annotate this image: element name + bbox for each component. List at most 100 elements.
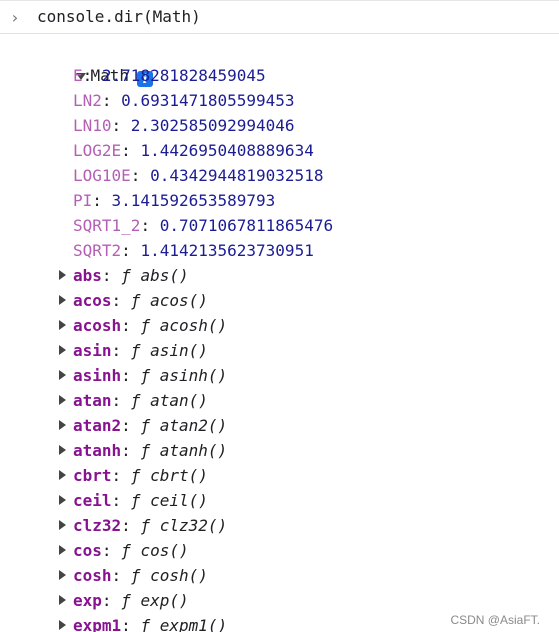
property-row[interactable]: PI: 3.141592653589793 [0,188,559,213]
function-symbol: ƒ [121,266,131,285]
function-key: cosh [73,566,112,585]
property-row[interactable]: LOG10E: 0.4342944819032518 [0,163,559,188]
property-value: 3.141592653589793 [111,191,276,210]
function-key: exp [73,591,102,610]
function-key: acosh [73,316,122,335]
property-value: 0.7071067811865476 [159,216,334,235]
property-row[interactable]: LOG2E: 1.4426950408889634 [0,138,559,163]
function-row[interactable]: acosh: ƒ acosh() [0,313,559,338]
separator: : [111,291,131,310]
function-symbol: ƒ [130,466,141,485]
property-value: 0.4342944819032518 [150,166,324,185]
expand-triangle-right-icon[interactable] [59,570,66,580]
separator: : [121,141,141,160]
function-row[interactable]: cos: ƒ cos() [0,538,559,563]
expand-triangle-right-icon[interactable] [59,470,66,480]
function-row[interactable]: cbrt: ƒ cbrt() [0,463,559,488]
separator: : [92,191,112,210]
separator: : [111,341,131,360]
property-row[interactable]: E: 2.718281828459045 [0,63,559,88]
expand-triangle-right-icon[interactable] [59,495,66,505]
function-signature: asinh() [159,366,228,385]
property-key: LN10 [73,116,112,135]
property-row[interactable]: SQRT2: 1.4142135623730951 [0,238,559,263]
function-signature: acosh() [159,316,228,335]
expand-triangle-right-icon[interactable] [59,420,66,430]
separator: : [111,491,131,510]
function-signature: abs() [140,266,189,285]
separator: : [121,416,141,435]
function-row[interactable]: ceil: ƒ ceil() [0,488,559,513]
function-signature: ceil() [150,491,208,510]
function-key: cos [73,541,102,560]
function-signature: clz32() [159,516,228,535]
function-key: atanh [73,441,122,460]
expand-triangle-right-icon[interactable] [59,620,66,630]
property-key: SQRT1_2 [73,216,141,235]
expand-triangle-right-icon[interactable] [59,395,66,405]
property-row[interactable]: LN2: 0.6931471805599453 [0,88,559,113]
expand-triangle-right-icon[interactable] [59,445,66,455]
expand-triangle-right-icon[interactable] [59,545,66,555]
separator: : [121,616,141,632]
function-symbol: ƒ [140,316,151,335]
function-key: asin [73,341,112,360]
property-value: 2.302585092994046 [130,116,295,135]
function-row[interactable]: abs: ƒ abs() [0,263,559,288]
property-value: 0.6931471805599453 [121,91,295,110]
prompt-chevron-icon: › [10,8,20,27]
function-symbol: ƒ [121,591,131,610]
separator: : [121,366,141,385]
function-signature: cosh() [150,566,208,585]
separator: : [101,266,122,285]
property-key: E [73,66,83,85]
separator: : [121,241,141,260]
expand-triangle-right-icon[interactable] [59,270,66,280]
function-signature: cos() [140,541,189,560]
function-signature: atanh() [159,441,228,460]
function-row[interactable]: cosh: ƒ cosh() [0,563,559,588]
function-row[interactable]: atanh: ƒ atanh() [0,438,559,463]
function-signature: cbrt() [150,466,208,485]
expand-triangle-right-icon[interactable] [59,345,66,355]
property-key: SQRT2 [73,241,122,260]
function-signature: exp() [140,591,189,610]
function-symbol: ƒ [140,366,151,385]
watermark: CSDN @AsiaFT. [447,613,543,627]
function-row[interactable]: atan2: ƒ atan2() [0,413,559,438]
separator: : [101,541,122,560]
function-row[interactable]: asinh: ƒ asinh() [0,363,559,388]
expand-triangle-right-icon[interactable] [59,520,66,530]
function-symbol: ƒ [130,491,141,510]
tree-root-math[interactable]: Math i [0,38,559,87]
separator: : [140,216,160,235]
function-signature: asin() [150,341,208,360]
function-symbol: ƒ [121,541,131,560]
separator: : [121,316,141,335]
expand-triangle-right-icon[interactable] [59,320,66,330]
separator: : [111,566,131,585]
separator: : [111,116,131,135]
function-key: acos [73,291,112,310]
property-key: LOG2E [73,141,122,160]
function-row[interactable]: asin: ƒ asin() [0,338,559,363]
function-row[interactable]: atan: ƒ atan() [0,388,559,413]
separator: : [130,166,151,185]
function-symbol: ƒ [130,291,141,310]
property-key: LOG10E [73,166,131,185]
function-row[interactable]: clz32: ƒ clz32() [0,513,559,538]
property-row[interactable]: LN10: 2.302585092994046 [0,113,559,138]
expand-triangle-right-icon[interactable] [59,595,66,605]
expand-triangle-right-icon[interactable] [59,295,66,305]
function-row[interactable]: exp: ƒ exp() [0,588,559,613]
function-symbol: ƒ [130,391,141,410]
console-input-row: › console.dir(Math) [0,1,559,34]
function-signature: acos() [150,291,208,310]
function-row[interactable]: acos: ƒ acos() [0,288,559,313]
separator: : [101,591,122,610]
property-key: LN2 [73,91,102,110]
property-row[interactable]: SQRT1_2: 0.7071067811865476 [0,213,559,238]
expand-triangle-right-icon[interactable] [59,370,66,380]
console-command[interactable]: console.dir(Math) [37,7,201,26]
property-value: 1.4426950408889634 [140,141,314,160]
